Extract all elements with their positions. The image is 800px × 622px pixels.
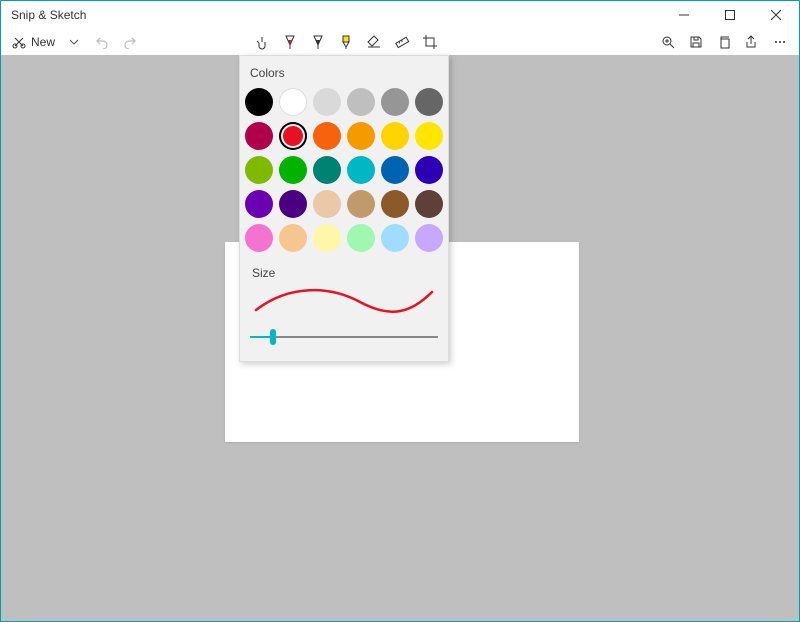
color-swatch[interactable] <box>279 224 307 252</box>
workspace: Colors Size <box>1 55 799 621</box>
save-button[interactable] <box>683 29 709 55</box>
highlighter-icon <box>339 34 353 50</box>
window-controls <box>661 1 799 29</box>
redo-button[interactable] <box>117 29 143 55</box>
toolbar-center <box>249 29 443 55</box>
color-swatch[interactable] <box>279 156 307 184</box>
more-icon <box>773 35 787 49</box>
color-swatch[interactable] <box>245 156 273 184</box>
zoom-button[interactable] <box>655 29 681 55</box>
close-button[interactable] <box>753 1 799 29</box>
new-label: New <box>31 35 55 49</box>
pencil-button[interactable] <box>305 29 331 55</box>
color-swatch[interactable] <box>347 224 375 252</box>
pen-settings-popup: Colors Size <box>239 55 449 362</box>
color-swatch[interactable] <box>313 88 341 116</box>
eraser-button[interactable] <box>361 29 387 55</box>
color-swatch[interactable] <box>279 88 307 116</box>
color-swatch[interactable] <box>381 156 409 184</box>
color-swatch[interactable] <box>381 190 409 218</box>
more-button[interactable] <box>767 29 793 55</box>
size-heading: Size <box>252 266 438 280</box>
minimize-button[interactable] <box>661 1 707 29</box>
crop-button[interactable] <box>417 29 443 55</box>
toolbar-right <box>655 29 793 55</box>
ballpoint-pen-button[interactable] <box>277 29 303 55</box>
color-swatch[interactable] <box>415 88 443 116</box>
color-swatch[interactable] <box>245 190 273 218</box>
app-window: Snip & Sketch New <box>0 0 800 622</box>
ruler-button[interactable] <box>389 29 415 55</box>
share-icon <box>745 35 759 49</box>
toolbar-left: New <box>7 29 143 55</box>
color-swatch[interactable] <box>347 190 375 218</box>
color-swatch[interactable] <box>415 156 443 184</box>
color-swatch[interactable] <box>381 224 409 252</box>
slider-thumb[interactable] <box>270 329 276 345</box>
save-icon <box>689 35 703 49</box>
snip-icon <box>11 34 27 50</box>
size-slider[interactable] <box>250 327 438 347</box>
crop-icon <box>422 34 438 50</box>
colors-heading: Colors <box>250 66 438 80</box>
ruler-icon <box>394 34 410 50</box>
color-swatch[interactable] <box>415 224 443 252</box>
new-snip-button[interactable]: New <box>7 29 59 55</box>
color-swatch[interactable] <box>279 122 307 150</box>
color-swatch[interactable] <box>381 88 409 116</box>
undo-button[interactable] <box>89 29 115 55</box>
share-button[interactable] <box>739 29 765 55</box>
copy-button[interactable] <box>711 29 737 55</box>
pencil-icon <box>311 34 325 50</box>
color-swatch[interactable] <box>347 122 375 150</box>
color-swatch[interactable] <box>313 122 341 150</box>
title-bar: Snip & Sketch <box>1 1 799 29</box>
highlighter-button[interactable] <box>333 29 359 55</box>
touch-icon <box>254 34 270 50</box>
maximize-button[interactable] <box>707 1 753 29</box>
redo-icon <box>123 35 137 49</box>
zoom-icon <box>661 35 675 49</box>
new-dropdown-button[interactable] <box>61 29 87 55</box>
undo-icon <box>95 35 109 49</box>
color-swatch[interactable] <box>313 190 341 218</box>
color-swatch[interactable] <box>415 190 443 218</box>
color-swatch[interactable] <box>245 224 273 252</box>
color-swatch-grid <box>250 88 438 252</box>
stroke-preview <box>250 284 438 316</box>
color-swatch[interactable] <box>245 88 273 116</box>
color-swatch[interactable] <box>347 88 375 116</box>
pen-icon <box>283 34 297 50</box>
slider-track <box>250 336 438 338</box>
toolbar: New <box>1 29 799 55</box>
window-title: Snip & Sketch <box>11 8 86 22</box>
color-swatch[interactable] <box>415 122 443 150</box>
copy-icon <box>717 35 731 49</box>
color-swatch[interactable] <box>313 156 341 184</box>
color-swatch[interactable] <box>347 156 375 184</box>
chevron-down-icon <box>69 37 79 47</box>
touch-writing-button[interactable] <box>249 29 275 55</box>
color-swatch[interactable] <box>279 190 307 218</box>
color-swatch[interactable] <box>245 122 273 150</box>
color-swatch[interactable] <box>381 122 409 150</box>
color-swatch[interactable] <box>313 224 341 252</box>
eraser-icon <box>366 35 382 49</box>
